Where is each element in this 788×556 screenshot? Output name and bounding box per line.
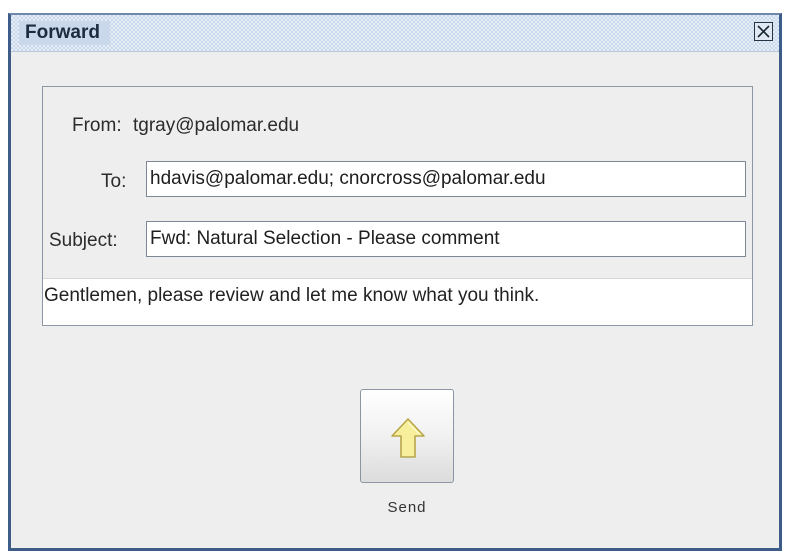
from-label: From: — [72, 115, 122, 136]
subject-label: Subject: — [49, 230, 118, 251]
subject-field[interactable] — [146, 221, 746, 257]
close-button[interactable] — [754, 22, 773, 41]
message-body-text: Gentlemen, please review and let me know… — [44, 285, 540, 306]
up-arrow-icon — [391, 418, 425, 458]
message-body[interactable]: Gentlemen, please review and let me know… — [43, 278, 752, 325]
send-label: Send — [387, 499, 427, 516]
from-value: tgray@palomar.edu — [133, 115, 300, 136]
forward-dialog: Forward From: tgray@palomar.edu To: Subj… — [8, 13, 782, 551]
window-title: Forward — [19, 21, 110, 45]
title-bar[interactable]: Forward — [11, 15, 779, 52]
to-field[interactable] — [146, 161, 746, 197]
close-icon — [757, 25, 770, 38]
message-panel: From: tgray@palomar.edu To: Subject: Gen… — [42, 86, 753, 326]
to-label: To: — [101, 171, 127, 192]
send-button[interactable] — [360, 389, 454, 483]
